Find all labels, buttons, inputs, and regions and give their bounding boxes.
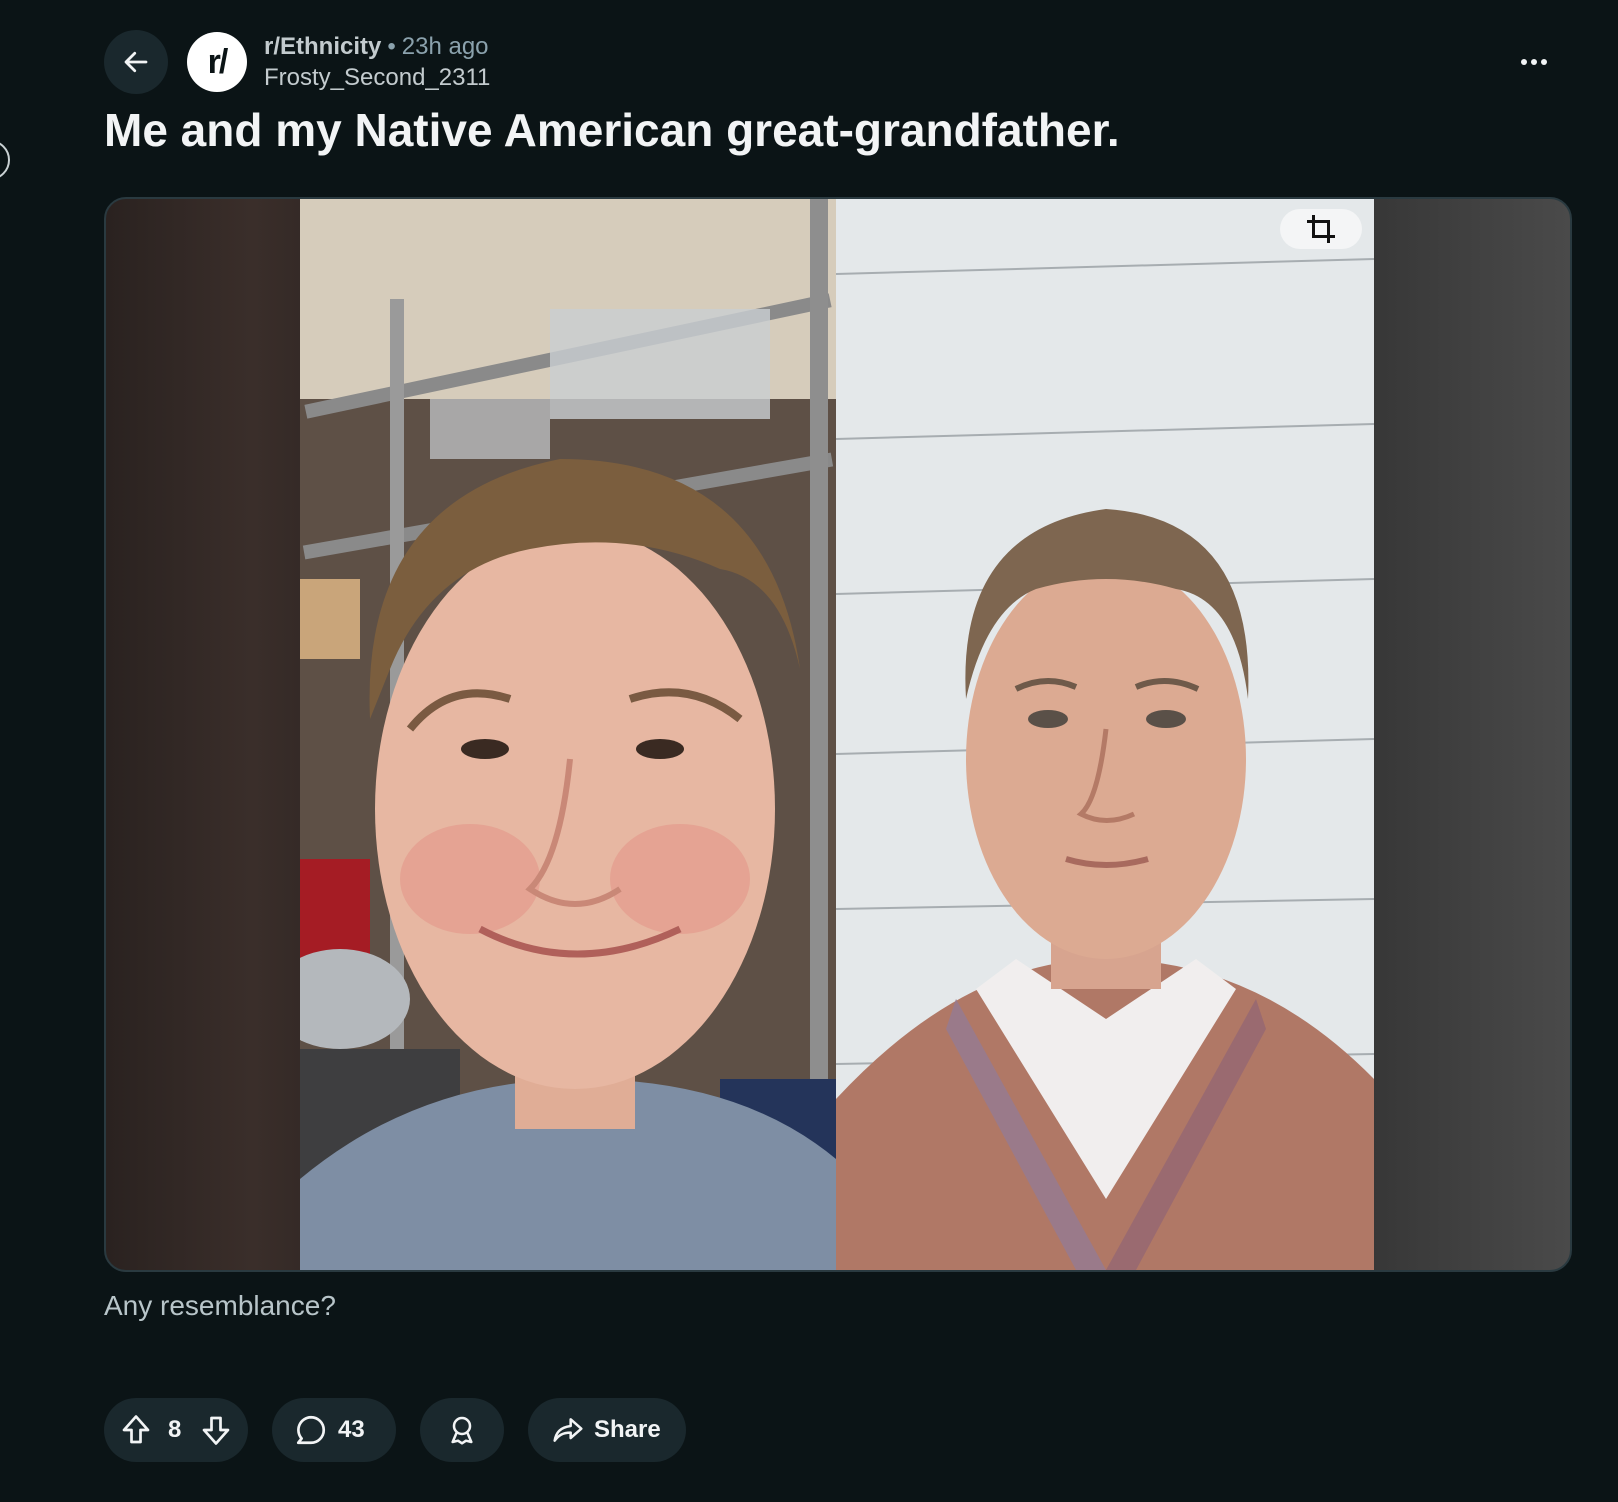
upvote-arrow-icon xyxy=(122,1415,150,1444)
selfie-illustration xyxy=(300,199,836,1270)
post-image-portrait xyxy=(836,199,1374,1270)
downvote-arrow-icon xyxy=(202,1416,230,1445)
post-image-selfie xyxy=(300,199,836,1270)
meta-separator: • xyxy=(387,33,396,60)
subreddit-avatar[interactable]: r/ xyxy=(187,32,247,92)
award-button[interactable] xyxy=(420,1398,504,1462)
crop-button[interactable] xyxy=(1280,209,1362,249)
partial-circle-icon xyxy=(0,140,10,180)
more-options-button[interactable] xyxy=(1510,48,1558,76)
comment-count: 43 xyxy=(338,1416,365,1443)
subreddit-avatar-label: r/ xyxy=(207,42,229,81)
share-arrow-icon xyxy=(553,1418,583,1442)
post-page: r/ r/Ethnicity • 23h ago Frosty_Second_231… xyxy=(0,0,1618,1502)
upvote-button[interactable] xyxy=(118,1412,154,1448)
share-label: Share xyxy=(594,1416,661,1443)
share-button[interactable]: Share xyxy=(528,1398,686,1462)
post-meta: r/Ethnicity • 23h ago Frosty_Second_2311 xyxy=(264,32,490,94)
vote-count: 8 xyxy=(168,1416,182,1443)
crop-icon xyxy=(1307,215,1335,243)
post-time: 23h ago xyxy=(401,33,489,60)
post-body: Any resemblance? xyxy=(104,1290,336,1321)
downvote-button[interactable] xyxy=(198,1412,234,1448)
portrait-illustration xyxy=(836,199,1374,1270)
vote-control: 8 xyxy=(104,1398,248,1462)
post-title[interactable]: Me and my Native American great-grandfat… xyxy=(104,100,1120,160)
subreddit-name[interactable]: r/Ethnicity xyxy=(264,33,381,60)
comments-button[interactable]: 43 xyxy=(272,1398,396,1462)
award-icon xyxy=(451,1416,473,1445)
more-horizontal-icon xyxy=(1521,59,1547,65)
post-image-container[interactable] xyxy=(104,197,1572,1272)
post-header: r/ r/Ethnicity • 23h ago Frosty_Second_231… xyxy=(104,30,1558,94)
back-button[interactable] xyxy=(104,30,168,94)
post-author[interactable]: Frosty_Second_2311 xyxy=(264,62,490,94)
back-arrow-icon xyxy=(124,51,148,73)
comment-bubble-icon xyxy=(296,1415,326,1445)
